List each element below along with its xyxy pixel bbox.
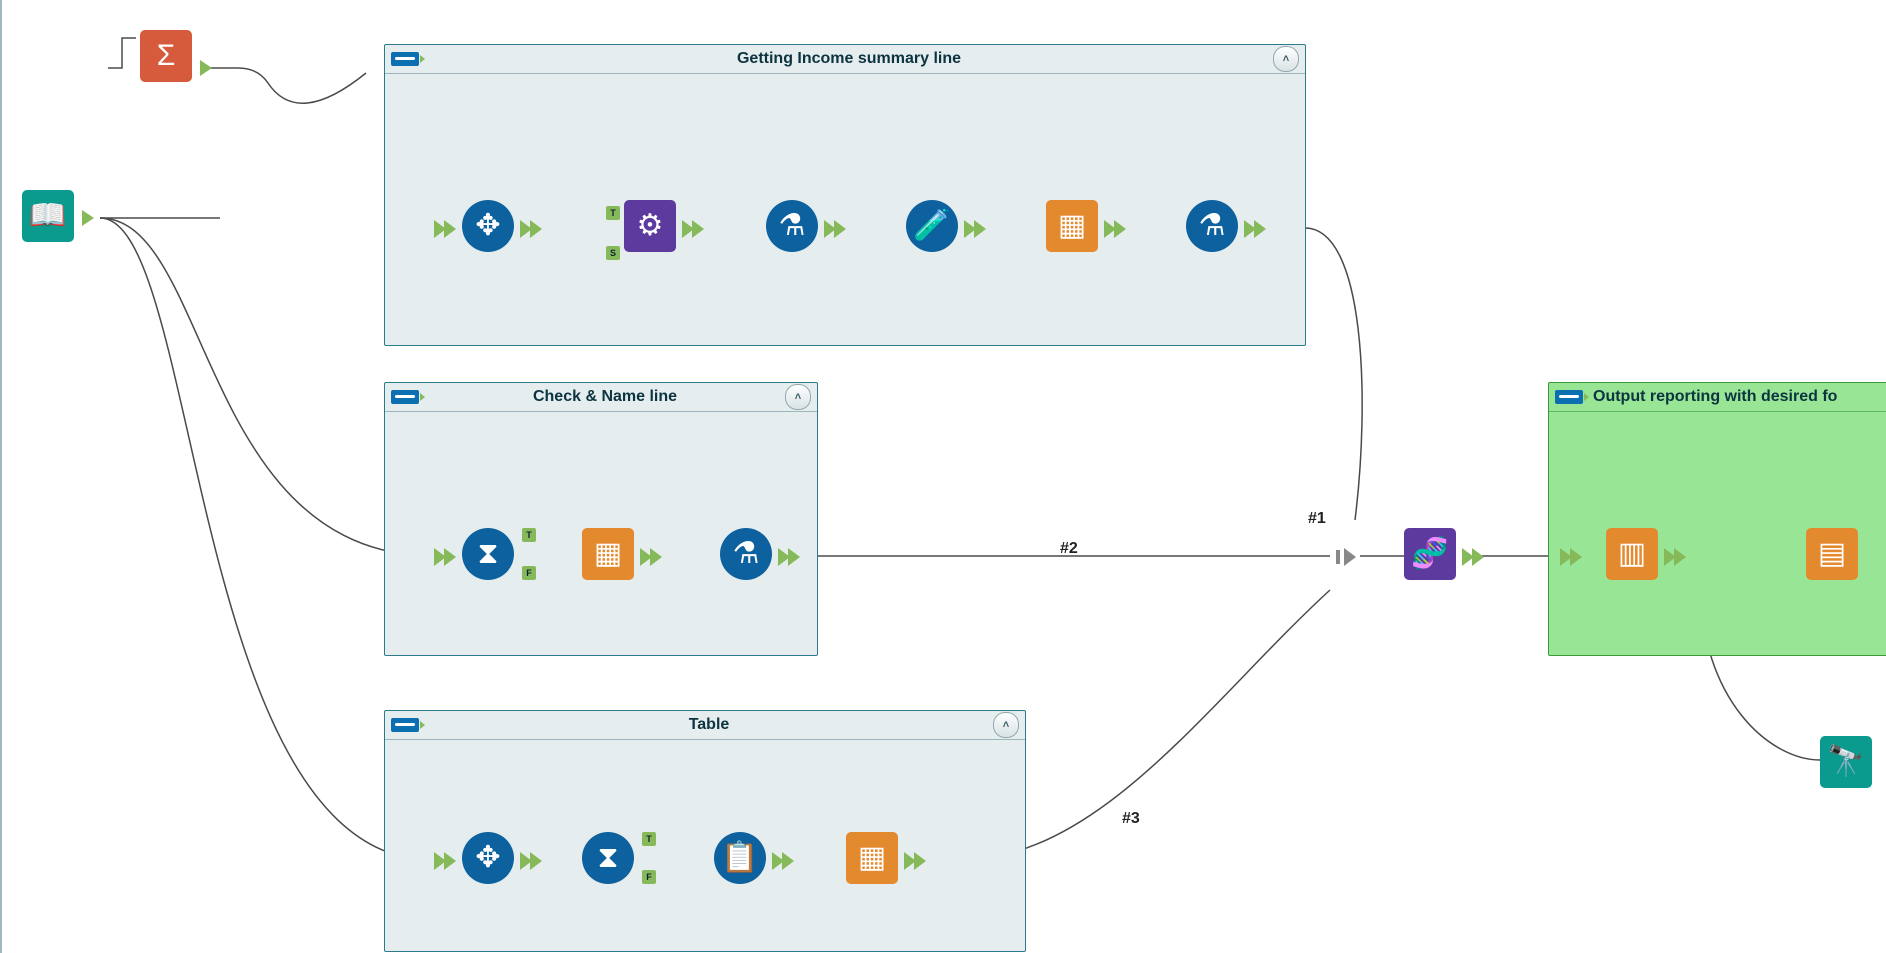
container-check-title: Check & Name line	[425, 388, 785, 406]
container-handle-icon	[391, 390, 419, 404]
book-icon: 📖	[29, 201, 66, 231]
container-table[interactable]: Table ˄	[384, 710, 1026, 952]
c1-a2[interactable]	[682, 220, 698, 236]
container-check-header[interactable]: Check & Name line ˄	[385, 383, 817, 412]
table-icon: ▤	[1818, 539, 1846, 569]
c3-in[interactable]	[434, 852, 450, 868]
collapse-icon[interactable]: ˄	[785, 384, 811, 410]
tag-t: T	[522, 528, 536, 542]
canvas-left-guide	[0, 0, 2, 953]
union-label-3: #3	[1122, 810, 1140, 828]
c2-out[interactable]	[778, 548, 794, 564]
container-handle-icon	[1555, 390, 1583, 404]
container-handle-icon	[391, 718, 419, 732]
collapse-icon[interactable]: ˄	[1273, 46, 1299, 72]
summarize-out-anchor[interactable]	[200, 60, 216, 76]
c2-in[interactable]	[434, 548, 450, 564]
select-icon: ▦	[1058, 211, 1086, 241]
beaker-icon: 🧪	[913, 211, 950, 241]
formula-tool-2[interactable]: ⚗	[1186, 200, 1238, 252]
listbox-tool[interactable]: 📋	[714, 832, 766, 884]
tag-s: S	[606, 246, 620, 260]
select-icon: ▦	[594, 539, 622, 569]
filter-icon: ⧗	[597, 843, 618, 873]
container-income-header[interactable]: Getting Income summary line ˄	[385, 45, 1305, 74]
container-check[interactable]: Check & Name line ˄	[384, 382, 818, 656]
select-tool-1[interactable]: ▦	[1046, 200, 1098, 252]
dna-icon: 🧬	[1411, 539, 1448, 569]
tag-t: T	[642, 832, 656, 846]
select-icon: ▦	[858, 843, 886, 873]
container-output-header[interactable]: Output reporting with desired fo	[1549, 383, 1886, 412]
formula-tool-3[interactable]: ⚗	[720, 528, 772, 580]
move-icon: ✥	[475, 211, 500, 241]
filter-tool-2[interactable]: ⧗	[582, 832, 634, 884]
flask-icon: ⚗	[1199, 211, 1226, 241]
move-tool[interactable]: ✥	[462, 200, 514, 252]
move-icon: ✥	[475, 843, 500, 873]
c3-out[interactable]	[904, 852, 920, 868]
flask-icon: ⚗	[733, 539, 760, 569]
c1-a4[interactable]	[964, 220, 980, 236]
select-tool-2[interactable]: ▦	[582, 528, 634, 580]
input-book-tool[interactable]: 📖	[22, 190, 74, 242]
tag-f: F	[642, 870, 656, 884]
layout-icon: ▥	[1618, 539, 1646, 569]
c1-a5[interactable]	[1104, 220, 1120, 236]
browse-tool[interactable]: 🔭	[1820, 736, 1872, 788]
gears-icon: ⚙	[637, 211, 664, 241]
c3-a2[interactable]	[772, 852, 788, 868]
container-table-title: Table	[425, 716, 993, 734]
container-income[interactable]: Getting Income summary line ˄	[384, 44, 1306, 346]
union-in[interactable]	[1336, 548, 1352, 564]
summarize-tool[interactable]: Σ	[140, 30, 192, 82]
container-handle-icon	[391, 52, 419, 66]
union-label-1: #1	[1308, 510, 1326, 528]
container-output[interactable]: Output reporting with desired fo	[1548, 382, 1886, 656]
tag-t: T	[606, 206, 620, 220]
filter-icon: ⧗	[477, 539, 498, 569]
container-table-header[interactable]: Table ˄	[385, 711, 1025, 740]
container-income-title: Getting Income summary line	[425, 50, 1273, 68]
c4-a1[interactable]	[1664, 548, 1680, 564]
list-icon: 📋	[721, 843, 758, 873]
table-tool[interactable]: ▤	[1806, 528, 1858, 580]
container-output-title: Output reporting with desired fo	[1589, 388, 1886, 406]
layout-tool[interactable]: ▥	[1606, 528, 1658, 580]
filter-tool-1[interactable]: ⧗	[462, 528, 514, 580]
c4-in[interactable]	[1560, 548, 1576, 564]
c3-a1[interactable]	[520, 852, 536, 868]
gears-tool[interactable]: ⚙	[624, 200, 676, 252]
union-tool[interactable]: 🧬	[1404, 528, 1456, 580]
c1-a3[interactable]	[824, 220, 840, 236]
formula-tool-1[interactable]: ⚗	[766, 200, 818, 252]
binoculars-icon: 🔭	[1827, 747, 1864, 777]
input-out-anchor[interactable]	[82, 210, 98, 226]
union-label-2: #2	[1060, 540, 1078, 558]
union-out[interactable]	[1462, 548, 1478, 564]
cleanse-tool[interactable]: 🧪	[906, 200, 958, 252]
collapse-icon[interactable]: ˄	[993, 712, 1019, 738]
sigma-icon: Σ	[157, 41, 176, 71]
c1-in-anchor[interactable]	[434, 220, 450, 236]
c1-a1[interactable]	[520, 220, 536, 236]
c1-out[interactable]	[1244, 220, 1260, 236]
move-tool-2[interactable]: ✥	[462, 832, 514, 884]
flask-icon: ⚗	[779, 211, 806, 241]
tag-f: F	[522, 566, 536, 580]
select-tool-3[interactable]: ▦	[846, 832, 898, 884]
c2-a1[interactable]	[640, 548, 656, 564]
